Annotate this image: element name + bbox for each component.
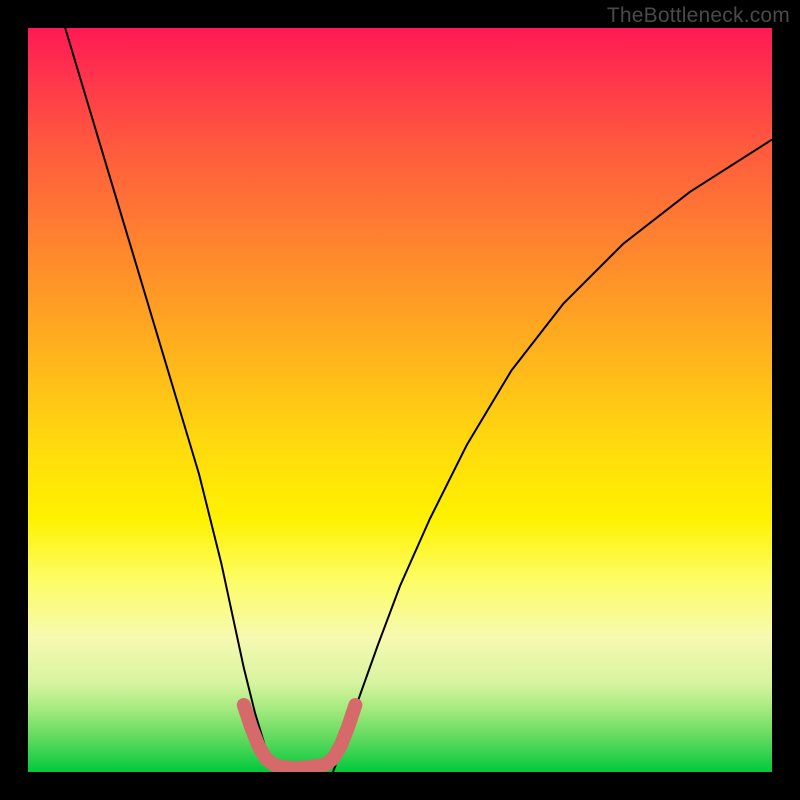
series-bottom-marker <box>244 705 356 768</box>
plot-area <box>28 28 772 772</box>
series-left-branch <box>65 28 277 772</box>
chart-frame: TheBottleneck.com <box>0 0 800 800</box>
watermark-text: TheBottleneck.com <box>607 4 790 28</box>
chart-svg <box>28 28 772 772</box>
series-container <box>65 28 772 772</box>
series-right-branch <box>333 140 772 772</box>
